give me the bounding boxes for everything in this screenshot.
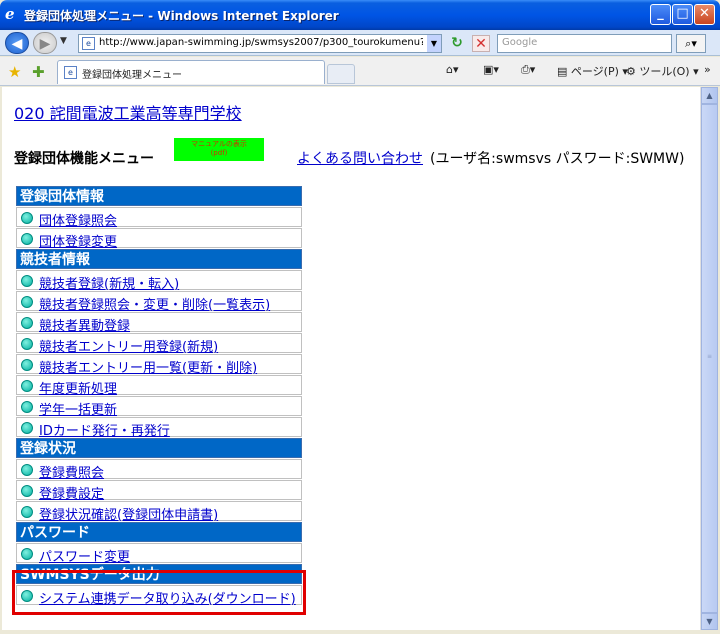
menu-item-link[interactable]: パスワード変更: [39, 546, 130, 565]
new-tab-button[interactable]: [327, 64, 355, 84]
bullet-icon: [21, 590, 33, 602]
bullet-icon: [21, 485, 33, 497]
bullet-icon: [21, 275, 33, 287]
url-dropdown-icon[interactable]: ▼: [427, 35, 441, 52]
refresh-icon[interactable]: ↻: [448, 35, 466, 52]
menu-item-link[interactable]: 年度更新処理: [39, 378, 117, 397]
section-heading: 競技者情報: [16, 249, 302, 269]
menu-item-link[interactable]: 学年一括更新: [39, 399, 117, 418]
menu-item-link[interactable]: IDカード発行・再発行: [39, 420, 170, 439]
menu-item[interactable]: パスワード変更: [16, 543, 302, 565]
section-heading: SWMSYSデータ出力: [16, 564, 302, 584]
bullet-icon: [21, 338, 33, 350]
menu-item[interactable]: 年度更新処理: [16, 375, 302, 397]
favorites-star-icon[interactable]: ★: [8, 63, 21, 81]
bullet-icon: [21, 464, 33, 476]
tab-bar: ★ ✚ e 登録団体処理メニュー ⌂▾ ▣▾ ⎙▾ ▤ ページ(P) ▾ ⚙ ツ…: [0, 57, 720, 86]
close-button[interactable]: ✕: [694, 4, 715, 25]
maximize-button[interactable]: □: [672, 4, 693, 25]
school-link[interactable]: 020 詫間電波工業高等専門学校: [14, 100, 242, 124]
menu-table: 登録団体情報団体登録照会 団体登録変更 競技者情報競技者登録(新規・転入) 競技者登録…: [16, 185, 302, 607]
menu-heading: 登録団体機能メニュー: [14, 151, 154, 167]
page-menu-label: ページ(P): [570, 65, 619, 78]
window-title: 登録団体処理メニュー - Windows Internet Explorer: [24, 9, 339, 23]
tab-label: 登録団体処理メニュー: [82, 70, 182, 81]
manual-label-line1: マニュアルの表示: [191, 140, 247, 148]
menu-item[interactable]: 競技者エントリー用一覧(更新・削除): [16, 354, 302, 376]
menu-item[interactable]: IDカード発行・再発行: [16, 417, 302, 439]
menu-item-link[interactable]: 登録費設定: [39, 483, 104, 502]
bullet-icon: [21, 548, 33, 560]
bullet-icon: [21, 233, 33, 245]
tools-menu-button[interactable]: ⚙ ツール(O) ▾: [626, 63, 699, 79]
bullet-icon: [21, 401, 33, 413]
stop-icon[interactable]: ✕: [472, 35, 490, 52]
feed-icon[interactable]: ▣▾: [483, 63, 499, 76]
home-icon[interactable]: ⌂▾: [446, 63, 459, 76]
menu-item[interactable]: 競技者エントリー用登録(新規): [16, 333, 302, 355]
menu-item-link[interactable]: 競技者エントリー用登録(新規): [39, 336, 218, 355]
print-icon[interactable]: ⎙▾: [521, 63, 535, 77]
back-button[interactable]: ◀: [5, 32, 29, 54]
section-heading: パスワード: [16, 522, 302, 542]
tools-menu-label: ツール(O): [639, 65, 690, 78]
bullet-icon: [21, 422, 33, 434]
bullet-icon: [21, 506, 33, 518]
menu-item[interactable]: 競技者異動登録: [16, 312, 302, 334]
user-info: (ユーザ名:swmsvs パスワード:SWMW): [430, 151, 685, 167]
bullet-icon: [21, 380, 33, 392]
grip-icon: ≡: [707, 353, 713, 360]
scroll-thumb[interactable]: ≡: [701, 104, 718, 613]
url-text: http://www.japan-swimming.jp/swmsys2007/…: [99, 37, 423, 48]
page-content: 020 詫間電波工業高等専門学校 登録団体機能メニュー マニュアルの表示 (pd…: [2, 87, 700, 630]
toolbar-overflow-icon[interactable]: »: [704, 63, 711, 76]
menu-item[interactable]: システム連携データ取り込み(ダウンロード): [16, 585, 302, 607]
menu-item-link[interactable]: 競技者エントリー用一覧(更新・削除): [39, 357, 257, 376]
vertical-scrollbar[interactable]: ▲ ≡ ▼: [700, 87, 718, 630]
add-favorite-icon[interactable]: ✚: [32, 63, 45, 81]
minimize-button[interactable]: _: [650, 4, 671, 25]
bullet-icon: [21, 359, 33, 371]
menu-item[interactable]: 競技者登録(新規・転入): [16, 270, 302, 292]
menu-item[interactable]: 登録状況確認(登録団体申請書): [16, 501, 302, 523]
scroll-down-icon[interactable]: ▼: [701, 613, 718, 630]
menu-item-link[interactable]: システム連携データ取り込み(ダウンロード): [39, 588, 296, 607]
section-heading: 登録状況: [16, 438, 302, 458]
menu-item-link[interactable]: 競技者登録(新規・転入): [39, 273, 179, 292]
ie-logo-icon: e: [5, 5, 15, 23]
tab-active[interactable]: e 登録団体処理メニュー: [57, 60, 325, 84]
menu-item[interactable]: 登録費設定: [16, 480, 302, 502]
menu-item-link[interactable]: 競技者登録照会・変更・削除(一覧表示): [39, 294, 270, 313]
address-bar: ◀ ▶ ▼ e http://www.japan-swimming.jp/swm…: [0, 30, 720, 56]
menu-item-link[interactable]: 団体登録照会: [39, 210, 117, 229]
menu-item-link[interactable]: 登録費照会: [39, 462, 104, 481]
search-icon[interactable]: ⌕▾: [676, 34, 706, 53]
menu-item[interactable]: 登録費照会: [16, 459, 302, 481]
section-heading: 登録団体情報: [16, 186, 302, 206]
search-input[interactable]: Google: [497, 34, 672, 53]
tab-page-icon: e: [64, 66, 77, 79]
menu-item-link[interactable]: 競技者異動登録: [39, 315, 130, 334]
url-field[interactable]: e http://www.japan-swimming.jp/swmsys200…: [78, 34, 442, 53]
page-menu-button[interactable]: ▤ ページ(P) ▾: [557, 63, 628, 79]
faq-link[interactable]: よくある問い合わせ: [297, 148, 423, 168]
manual-label-line2: (pdf): [210, 149, 228, 157]
menu-item[interactable]: 団体登録照会: [16, 207, 302, 229]
menu-item[interactable]: 競技者登録照会・変更・削除(一覧表示): [16, 291, 302, 313]
history-dropdown-icon[interactable]: ▼: [60, 36, 67, 46]
menu-item-link[interactable]: 登録状況確認(登録団体申請書): [39, 504, 218, 523]
forward-button[interactable]: ▶: [33, 32, 57, 54]
scroll-up-icon[interactable]: ▲: [701, 87, 718, 104]
page-icon: e: [82, 37, 95, 50]
bullet-icon: [21, 296, 33, 308]
menu-item[interactable]: 学年一括更新: [16, 396, 302, 418]
menu-item-link[interactable]: 団体登録変更: [39, 231, 117, 250]
manual-pdf-button[interactable]: マニュアルの表示 (pdf): [174, 138, 264, 161]
bullet-icon: [21, 317, 33, 329]
bullet-icon: [21, 212, 33, 224]
title-bar: e 登録団体処理メニュー - Windows Internet Explorer…: [0, 0, 720, 30]
menu-item[interactable]: 団体登録変更: [16, 228, 302, 250]
